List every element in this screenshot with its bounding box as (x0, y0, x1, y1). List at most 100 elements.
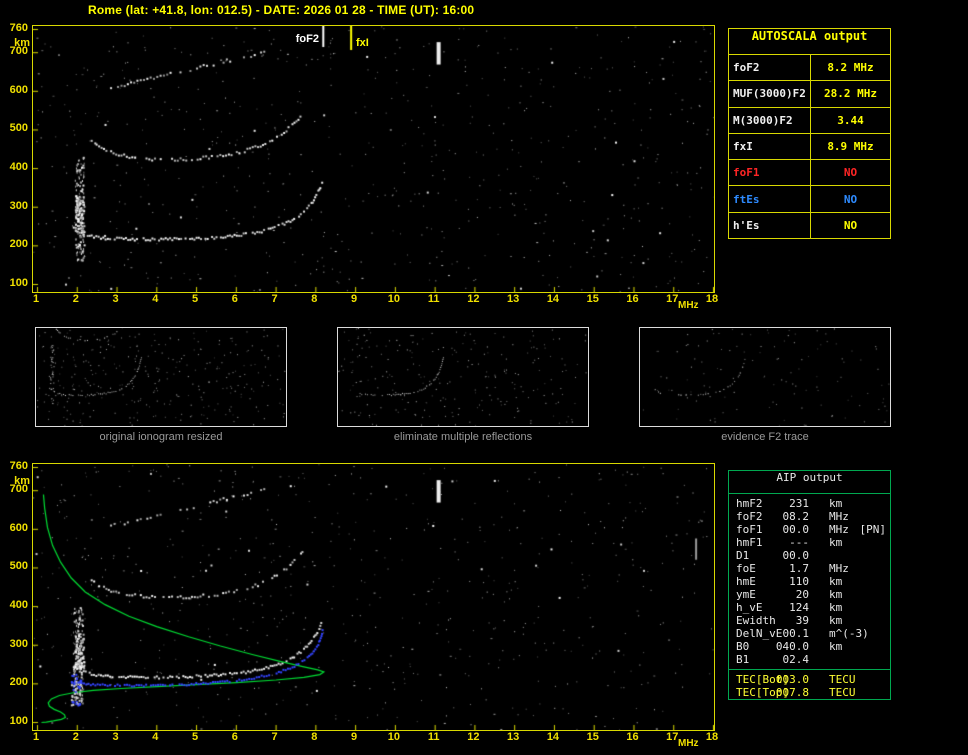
aip-param-unit: km (829, 575, 843, 588)
aip-param-unit: MHz (829, 510, 849, 523)
bottom-x-tick-16: 16 (626, 731, 639, 743)
aip-param-unit: km (829, 588, 843, 601)
bottom-x-tick-12: 12 (467, 731, 480, 743)
top-x-tick-1: 1 (32, 293, 40, 305)
bottom-x-tick-18: 18 (705, 731, 719, 743)
bottom-x-tick-8: 8 (311, 731, 318, 743)
top-x-tick-11: 11 (427, 293, 440, 305)
aip-row: TEC[Bot] 003.0 TECU (729, 673, 890, 686)
bottom-y-tick-600: 600 (9, 521, 28, 534)
top-x-tick-6: 6 (231, 293, 238, 305)
autoscala-param-value: 28.2 MHz (824, 87, 877, 101)
top-y-tick-500: 500 (9, 122, 28, 135)
top-x-tick-14: 14 (546, 293, 560, 305)
aip-param-unit: km (829, 614, 843, 627)
top-x-tick-3: 3 (112, 293, 119, 305)
bottom-ionogram-canvas (33, 464, 714, 730)
autoscala-param-name: fxI (729, 133, 811, 160)
bottom-x-tick-9: 9 (351, 731, 358, 743)
bottom-x-tick-2: 2 (72, 731, 79, 743)
aip-row: hmF1 --- km (729, 536, 890, 549)
top-x-tick-18: 18 (705, 293, 719, 305)
autoscala-app-window: Rome (lat: +41.8, lon: 012.5) - DATE: 20… (0, 0, 968, 755)
aip-row: B0 040.0 km (729, 640, 890, 653)
aip-param-value: 39 (795, 614, 809, 627)
bottom-x-tick-4: 4 (152, 731, 159, 743)
bottom-x-tick-11: 11 (427, 731, 440, 743)
aip-row: hmF2 231 km (729, 497, 890, 510)
aip-row: h_vE 124 km (729, 601, 890, 614)
bottom-y-tick-700: 700 (9, 483, 28, 496)
thumbnail-original-ionogram (35, 327, 287, 427)
aip-param-value: 110 (789, 575, 809, 588)
top-ionogram-canvas (33, 26, 714, 292)
autoscala-param-name: MUF(3000)F2 (729, 81, 811, 107)
aip-param-unit: TECU (829, 686, 856, 699)
aip-param-value: 00.1 (782, 627, 810, 640)
aip-row: TEC[Top] 007.8 TECU (729, 686, 890, 699)
aip-param-value: 00.0 (782, 523, 810, 536)
bottom-y-tick-500: 500 (9, 560, 28, 573)
aip-param-value: 1.7 (789, 562, 809, 575)
aip-param-value: 02.4 (782, 653, 810, 666)
autoscala-param-name: ftEs (729, 186, 811, 212)
top-y-tick-700: 700 (9, 45, 28, 58)
aip-param-name: foF1 (736, 523, 763, 536)
aip-param-name: foE (736, 562, 756, 575)
aip-param-unit: MHz (829, 562, 849, 575)
aip-param-unit: MHz (829, 523, 849, 536)
aip-row: hmE 110 km (729, 575, 890, 588)
aip-param-unit: km (829, 536, 843, 549)
top-y-tick-300: 300 (9, 199, 28, 212)
bottom-x-tick-17: 17 (666, 731, 679, 743)
bottom-x-tick-10: 10 (387, 731, 400, 743)
autoscala-row: M(3000)F2 3.44 (729, 106, 890, 133)
bottom-x-tick-5: 5 (191, 731, 199, 743)
aip-param-name: hmF2 (736, 497, 763, 510)
fxi-marker-label: fxI (356, 37, 369, 49)
aip-param-value: 08.2 (782, 510, 810, 523)
aip-row: B1 02.4 (729, 653, 890, 666)
bottom-x-tick-14: 14 (546, 731, 560, 743)
autoscala-row: h'Es NO (729, 211, 890, 238)
aip-row: DelN_vE 00.1 m^(-3) (729, 627, 890, 640)
autoscala-rows: foF2 8.2 MHz MUF(3000)F2 28.2 MHz M(3000)F2 3… (729, 55, 890, 238)
aip-param-value: 231 (789, 497, 809, 510)
aip-param-name: Ewidth (736, 614, 776, 627)
thumbnail-caption-eliminate: eliminate multiple reflections (393, 431, 533, 443)
aip-param-value: 124 (789, 601, 809, 614)
top-x-tick-10: 10 (387, 293, 400, 305)
aip-row: Ewidth 39 km (729, 614, 890, 627)
top-x-tick-15: 15 (586, 293, 599, 305)
autoscala-param-value: 3.44 (837, 113, 864, 127)
aip-panel-title: AIP output (729, 471, 890, 494)
autoscala-panel-title: AUTOSCALA output (729, 29, 890, 55)
autoscala-row: MUF(3000)F2 28.2 MHz (729, 80, 890, 107)
top-x-tick-2: 2 (72, 293, 79, 305)
aip-param-name: D1 (736, 549, 750, 562)
thumbnail-eliminate-canvas (338, 328, 588, 426)
aip-row: foE 1.7 MHz (729, 562, 890, 575)
aip-param-unit: km (829, 601, 843, 614)
top-ionogram-plot: foF2 fxI (32, 25, 715, 293)
autoscala-row: fxI 8.9 MHz (729, 132, 890, 160)
bottom-x-tick-13: 13 (507, 731, 520, 743)
aip-row: foF1 00.0 MHz [PN] (729, 523, 890, 536)
aip-param-value: 007.8 (775, 686, 809, 699)
top-y-tick-760: 760 (9, 22, 28, 34)
aip-param-name: hmF1 (736, 536, 763, 549)
fof2-marker-label: foF2 (295, 33, 319, 45)
aip-param-name: foF2 (736, 510, 763, 523)
top-y-tick-200: 200 (9, 238, 28, 251)
bottom-y-tick-200: 200 (9, 676, 28, 689)
autoscala-param-name: foF2 (729, 55, 811, 81)
autoscala-row: foF1 NO (729, 159, 890, 186)
top-x-tick-9: 9 (351, 293, 358, 305)
autoscala-param-value: NO (843, 192, 858, 206)
aip-param-value: 003.0 (775, 673, 809, 686)
bottom-x-tick-6: 6 (231, 731, 238, 743)
autoscala-param-name: foF1 (729, 160, 811, 186)
aip-param-name: ymE (736, 588, 756, 601)
top-x-tick-16: 16 (626, 293, 639, 305)
aip-param-value: --- (789, 536, 809, 549)
